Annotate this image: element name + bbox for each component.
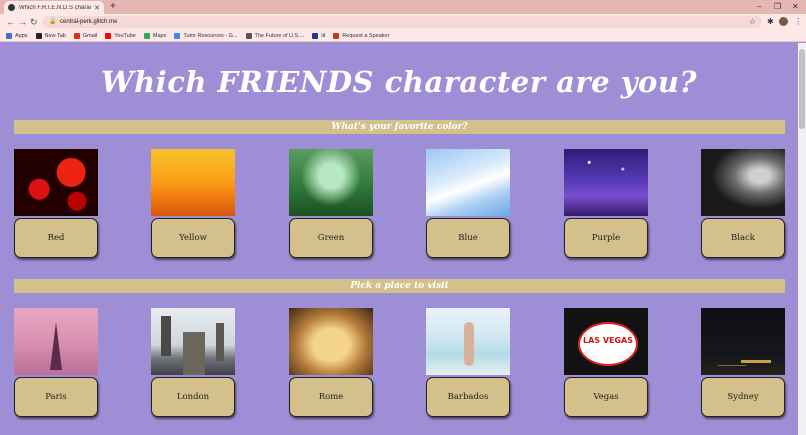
answer-button[interactable]: Purple bbox=[564, 218, 648, 258]
option-image bbox=[426, 308, 510, 375]
bookmark-label: Tutor Resources - G... bbox=[183, 32, 238, 39]
back-icon[interactable]: ← bbox=[6, 16, 15, 28]
bookmark-icon bbox=[174, 32, 181, 39]
answer-option: Black bbox=[701, 149, 786, 258]
answer-option: Rome bbox=[289, 308, 374, 417]
answer-option: Purple bbox=[564, 149, 649, 258]
bookmark-icon bbox=[73, 32, 80, 39]
answer-option: Sydney bbox=[701, 308, 786, 417]
close-icon[interactable]: ✕ bbox=[94, 4, 100, 12]
bookmark-item[interactable]: Request a Speaker bbox=[333, 32, 390, 39]
answer-button[interactable]: Red bbox=[14, 218, 98, 258]
bookmark-icon bbox=[312, 32, 319, 39]
globe-icon bbox=[8, 4, 15, 11]
address-bar[interactable]: 🔒 central-perk.glitch.me ☆ bbox=[42, 16, 762, 28]
option-image bbox=[426, 149, 510, 216]
answer-option: Green bbox=[289, 149, 374, 258]
bookmark-label: YouTube bbox=[114, 32, 136, 39]
bookmark-icon bbox=[333, 32, 340, 39]
bookmark-item[interactable]: The Future of U.S.... bbox=[245, 32, 305, 39]
minimize-icon[interactable]: – bbox=[757, 1, 761, 12]
bookmark-label: The Future of U.S.... bbox=[254, 32, 305, 39]
bookmark-icon bbox=[6, 32, 12, 39]
browser-toolbar: ← → ↻ 🔒 central-perk.glitch.me ☆ ✱ ⋮ bbox=[0, 14, 806, 30]
answer-button[interactable]: Sydney bbox=[701, 377, 785, 417]
close-window-icon[interactable]: ✕ bbox=[792, 1, 799, 12]
option-image bbox=[14, 308, 98, 375]
avatar[interactable] bbox=[779, 17, 788, 26]
bookmark-icon bbox=[143, 32, 150, 39]
option-image bbox=[151, 308, 235, 375]
bookmark-item[interactable]: Gmail bbox=[73, 32, 98, 39]
url-text: central-perk.glitch.me bbox=[60, 19, 118, 25]
question-heading: What's your favorite color? bbox=[14, 120, 785, 134]
answer-option: Paris bbox=[14, 308, 99, 417]
answer-button[interactable]: Yellow bbox=[151, 218, 235, 258]
page-title: Which FRIENDS character are you? bbox=[101, 65, 697, 99]
bookmark-label: Apps bbox=[15, 32, 28, 39]
answer-option: Barbados bbox=[426, 308, 511, 417]
answer-button[interactable]: Barbados bbox=[426, 377, 510, 417]
answer-button[interactable]: London bbox=[151, 377, 235, 417]
extensions-icon[interactable]: ✱ bbox=[767, 17, 774, 27]
reload-icon[interactable]: ↻ bbox=[30, 16, 38, 28]
bookmark-item[interactable]: YouTube bbox=[105, 32, 136, 39]
bookmark-star-icon[interactable]: ☆ bbox=[749, 16, 756, 28]
kebab-menu-icon[interactable]: ⋮ bbox=[794, 16, 802, 27]
option-image bbox=[701, 149, 785, 216]
quiz-page: Which FRIENDS character are you? What's … bbox=[0, 43, 798, 435]
option-image bbox=[564, 308, 648, 375]
bookmark-item[interactable]: Maps bbox=[143, 32, 167, 39]
bookmark-item[interactable]: New Tab bbox=[35, 32, 66, 39]
scrollbar[interactable] bbox=[798, 43, 806, 435]
answer-button[interactable]: Green bbox=[289, 218, 373, 258]
bookmark-icon bbox=[105, 32, 112, 39]
bookmark-label: Request a Speaker bbox=[342, 32, 390, 39]
option-image bbox=[289, 308, 373, 375]
bookmark-icon bbox=[35, 32, 42, 39]
bookmark-label: iit bbox=[321, 32, 326, 39]
tab-strip: Which F.R.I.E.N.D.S character are ✕ + – … bbox=[0, 0, 806, 14]
answer-button[interactable]: Vegas bbox=[564, 377, 648, 417]
bookmark-item[interactable]: Tutor Resources - G... bbox=[174, 32, 238, 39]
bookmarks-bar: Apps New Tab Gmail YouTube Maps Tutor Resourc… bbox=[0, 30, 806, 42]
new-tab-icon[interactable]: + bbox=[110, 1, 116, 13]
maximize-icon[interactable]: ❐ bbox=[774, 1, 781, 12]
option-image bbox=[564, 149, 648, 216]
answer-option: Blue bbox=[426, 149, 511, 258]
bookmark-item[interactable]: iit bbox=[312, 32, 326, 39]
bookmark-label: New Tab bbox=[44, 32, 66, 39]
answer-option: Vegas bbox=[564, 308, 649, 417]
bookmark-label: Gmail bbox=[82, 32, 98, 39]
tab-title: Which F.R.I.E.N.D.S character are bbox=[19, 4, 91, 11]
scrollbar-thumb[interactable] bbox=[799, 49, 805, 129]
question-heading: Pick a place to visit bbox=[14, 279, 785, 293]
lock-icon[interactable]: 🔒 bbox=[49, 16, 56, 28]
browser-tab[interactable]: Which F.R.I.E.N.D.S character are ✕ bbox=[4, 1, 104, 14]
answer-option: Yellow bbox=[151, 149, 236, 258]
option-image bbox=[701, 308, 785, 375]
answer-button[interactable]: Rome bbox=[289, 377, 373, 417]
answer-button[interactable]: Blue bbox=[426, 218, 510, 258]
option-image bbox=[14, 149, 98, 216]
answer-option: London bbox=[151, 308, 236, 417]
answer-button[interactable]: Black bbox=[701, 218, 785, 258]
bookmark-icon bbox=[245, 32, 252, 39]
bookmark-label: Maps bbox=[152, 32, 167, 39]
option-image bbox=[151, 149, 235, 216]
answer-option: Red bbox=[14, 149, 99, 258]
option-image bbox=[289, 149, 373, 216]
bookmark-item[interactable]: Apps bbox=[6, 32, 28, 39]
forward-icon[interactable]: → bbox=[18, 16, 27, 28]
answer-button[interactable]: Paris bbox=[14, 377, 98, 417]
